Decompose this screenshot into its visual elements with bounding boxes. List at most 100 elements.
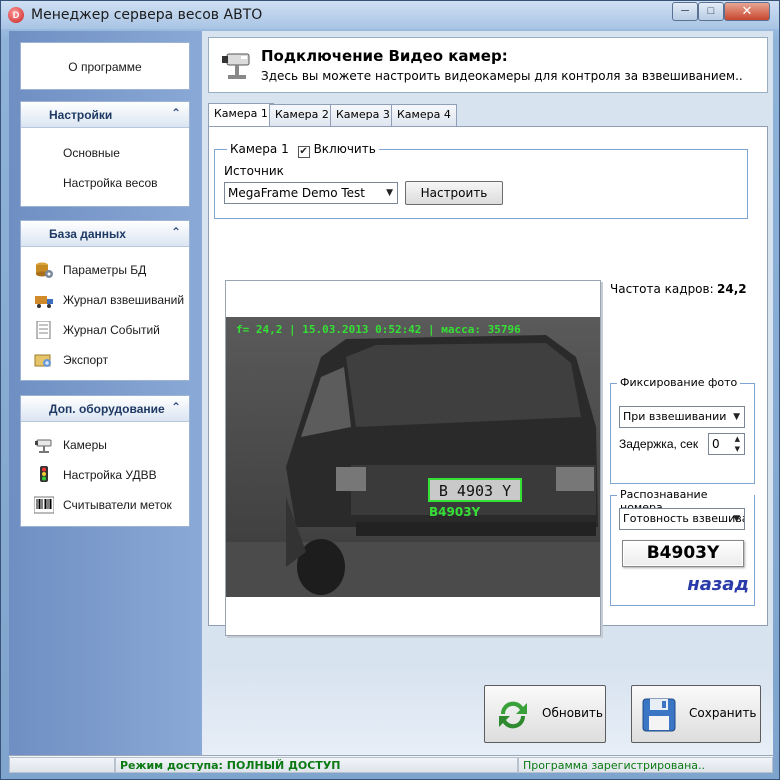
sidebar-item-label: Настройка УДВВ	[63, 468, 157, 482]
sidebar-item-export[interactable]: Экспорт	[21, 345, 189, 375]
sidebar-item-label: Журнал взвешиваний	[63, 293, 185, 307]
security-camera-icon	[35, 439, 52, 453]
recognized-plate: B4903Y	[622, 540, 744, 567]
sidebar-item-label: Основные	[63, 146, 120, 160]
sidebar-item-udvv[interactable]: Настройка УДВВ	[21, 460, 189, 490]
client-area: О программе Настройки ⌃ Основные Настрой…	[9, 31, 773, 773]
recognition-mode-value: Готовность взвешива	[623, 512, 745, 525]
sidebar-item-scale-settings[interactable]: Настройка весов	[21, 168, 189, 198]
direction-status: назад	[687, 574, 749, 595]
photo-fix-group: Фиксирование фото При взвешивании ▼ Заде…	[610, 376, 755, 484]
sidebar-item-label: Экспорт	[63, 353, 109, 367]
plate-under-text: B4903Y	[429, 505, 481, 519]
traffic-light-icon	[40, 466, 48, 482]
equipment-panel-header[interactable]: Доп. оборудование ⌃	[21, 396, 189, 422]
car-image: B 4903 Y B4903Y	[226, 317, 600, 597]
security-camera-icon	[222, 53, 250, 79]
save-label: Сохранить	[689, 706, 757, 720]
database-panel-header[interactable]: База данных ⌃	[21, 221, 189, 247]
source-select-value: MegaFrame Demo Test	[228, 186, 366, 200]
chevron-down-icon: ▼	[733, 412, 740, 422]
document-list-icon	[36, 321, 51, 339]
recognition-mode-select[interactable]: Готовность взвешива ▼	[619, 508, 745, 530]
save-button[interactable]: Сохранить	[631, 685, 761, 743]
minimize-button[interactable]: ─	[672, 2, 698, 21]
delay-label: Задержка, сек	[619, 437, 699, 451]
close-button[interactable]: ✕	[724, 2, 770, 21]
sidebar-item-label: Считыватели меток	[63, 498, 172, 512]
enable-checkbox[interactable]: ✔	[297, 146, 310, 158]
sidebar: О программе Настройки ⌃ Основные Настрой…	[9, 31, 202, 755]
settings-panel-header[interactable]: Настройки ⌃	[21, 102, 189, 128]
window-title: Менеджер сервера весов АВТО	[31, 7, 263, 23]
sidebar-item-db-params[interactable]: Параметры БД	[21, 255, 189, 285]
refresh-icon	[499, 701, 527, 729]
refresh-button[interactable]: Обновить	[484, 685, 606, 743]
equipment-panel-title: Доп. оборудование	[49, 402, 165, 416]
settings-panel-title: Настройки	[49, 108, 113, 122]
plate-box-text: B 4903 Y	[439, 482, 511, 500]
configure-button[interactable]: Настроить	[405, 181, 503, 205]
sidebar-item-label: Настройка весов	[63, 176, 158, 190]
status-cell-empty	[9, 757, 115, 773]
photo-fix-title: Фиксирование фото	[617, 376, 741, 389]
equipment-panel: Доп. оборудование ⌃ Камеры Настройка УДВ…	[20, 395, 190, 527]
photo-mode-select[interactable]: При взвешивании ▼	[619, 406, 745, 428]
source-label: Источник	[224, 164, 284, 178]
tab-panel: Камера 1 ✔ Включить Источник MegaFrame De…	[208, 126, 768, 636]
barcode-icon	[34, 496, 54, 514]
delay-value: 0	[712, 437, 720, 451]
maximize-button[interactable]: □	[698, 2, 724, 21]
tab-camera-2[interactable]: Камера 2	[269, 104, 335, 126]
sidebar-item-weighing-log[interactable]: Журнал взвешиваний	[21, 285, 189, 315]
page-header: Подключение Видео камер: Здесь вы можете…	[208, 37, 768, 93]
app-icon: D	[8, 7, 24, 23]
photo-mode-value: При взвешивании	[623, 410, 727, 423]
camera-source-group: Камера 1 ✔ Включить Источник MegaFrame De…	[214, 142, 748, 219]
status-bar: Режим доступа: ПОЛНЫЙ ДОСТУП Программа з…	[9, 755, 773, 773]
chevron-down-icon: ▼	[386, 188, 393, 198]
video-frame: B 4903 Y B4903Y f= 24,2 | 15.03.2013 0:5…	[226, 317, 600, 597]
fps-value: 24,2	[717, 282, 747, 296]
spin-arrows-icon[interactable]: ▲ ▼	[735, 434, 740, 454]
enable-label: Включить	[313, 142, 376, 156]
floppy-disk-icon	[642, 698, 676, 732]
sidebar-item-event-log[interactable]: Журнал Событий	[21, 315, 189, 345]
database-panel-title: База данных	[49, 227, 126, 241]
truck-log-icon	[35, 296, 53, 308]
sidebar-item-label: Журнал Событий	[63, 323, 160, 337]
plate-recognition-group: Распознавание номера Готовность взвешива…	[610, 488, 755, 606]
page-subtitle: Здесь вы можете настроить видеокамеры дл…	[261, 69, 743, 83]
collapse-icon[interactable]: ⌃	[171, 106, 181, 120]
camera-group-legend: Камера 1 ✔ Включить	[227, 142, 379, 158]
action-bar: Обновить Сохранить	[202, 667, 773, 755]
collapse-icon[interactable]: ⌃	[171, 400, 181, 414]
collapse-icon[interactable]: ⌃	[171, 225, 181, 239]
database-gear-icon	[36, 262, 53, 278]
registration-status: Программа зарегистрирована..	[518, 757, 773, 773]
tab-camera-4[interactable]: Камера 4	[391, 104, 457, 126]
sidebar-item-general[interactable]: Основные	[21, 138, 189, 168]
settings-panel: Настройки ⌃ Основные Настройка весов	[20, 101, 190, 207]
database-panel: База данных ⌃ Параметры БД Журнал взвеши…	[20, 220, 190, 381]
sidebar-item-tag-readers[interactable]: Считыватели меток	[21, 490, 189, 520]
sidebar-item-label: Параметры БД	[63, 263, 147, 277]
title-bar: D Менеджер сервера весов АВТО ─ □ ✕	[1, 1, 779, 29]
access-mode-status: Режим доступа: ПОЛНЫЙ ДОСТУП	[115, 757, 518, 773]
tab-camera-1[interactable]: Камера 1	[208, 103, 274, 127]
video-osd: f= 24,2 | 15.03.2013 0:52:42 | масса: 35…	[236, 323, 521, 336]
about-link[interactable]: О программе	[68, 60, 141, 74]
video-preview: B 4903 Y B4903Y f= 24,2 | 15.03.2013 0:5…	[225, 280, 601, 636]
sidebar-item-cameras[interactable]: Камеры	[21, 430, 189, 460]
sidebar-item-label: Камеры	[63, 438, 107, 452]
page-title: Подключение Видео камер:	[261, 47, 508, 65]
about-panel[interactable]: О программе	[20, 42, 190, 90]
main-area: Подключение Видео камер: Здесь вы можете…	[202, 31, 773, 755]
export-icon	[34, 354, 51, 367]
delay-spinner[interactable]: 0 ▲ ▼	[708, 433, 745, 455]
source-select[interactable]: MegaFrame Demo Test ▼	[224, 182, 398, 204]
refresh-label: Обновить	[542, 706, 603, 720]
tab-camera-3[interactable]: Камера 3	[330, 104, 396, 126]
fps-label: Частота кадров:	[610, 282, 714, 296]
chevron-down-icon: ▼	[733, 514, 740, 524]
